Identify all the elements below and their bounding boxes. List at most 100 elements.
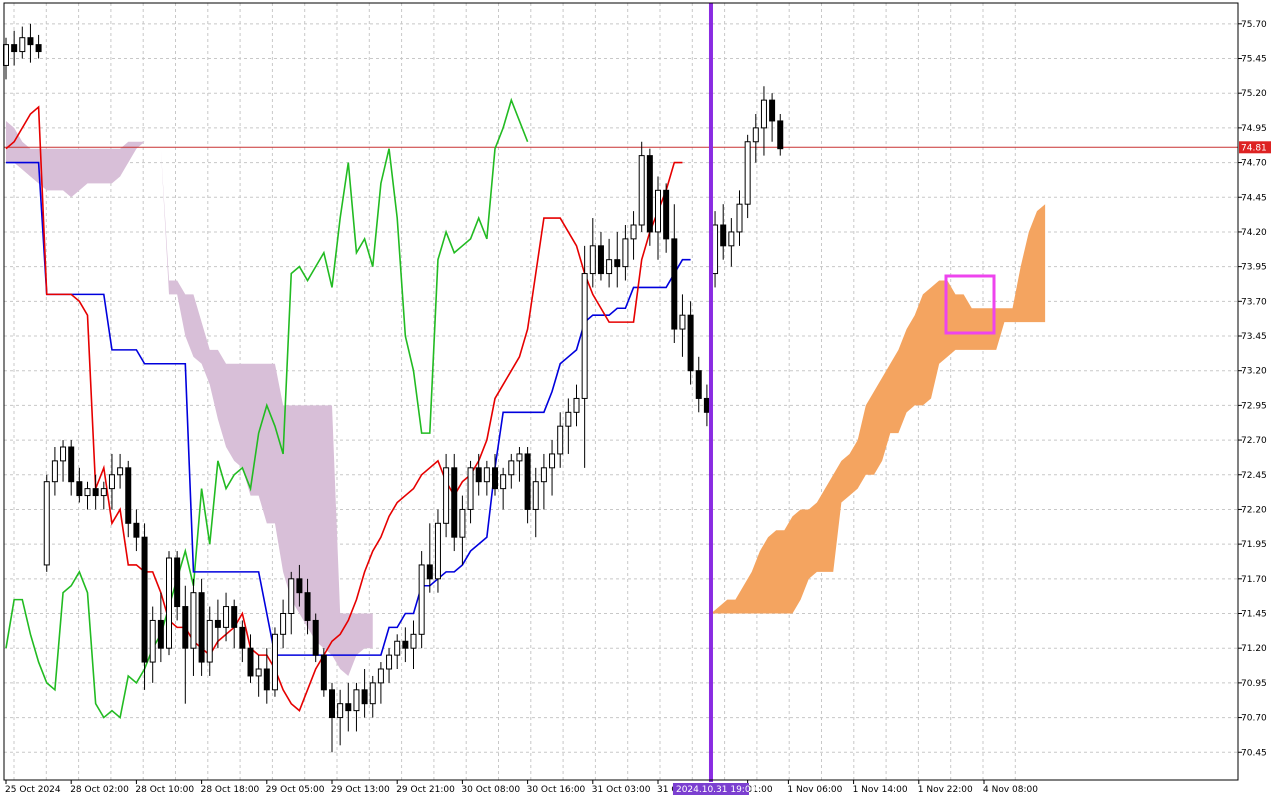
candle — [752, 114, 759, 163]
x-tick-label: 1 Nov 22:00 — [918, 785, 973, 795]
x-tick-label: 1 Nov 14:00 — [853, 785, 908, 795]
candle-body — [263, 668, 270, 691]
candle-body — [695, 370, 702, 399]
candle-body — [402, 640, 409, 649]
candle-body — [239, 626, 246, 649]
y-tick-label: 73.45 — [1241, 332, 1267, 342]
candle — [369, 675, 376, 718]
x-tick-label: 29 Oct 13:00 — [331, 785, 390, 795]
y-tick-label: 75.70 — [1241, 20, 1267, 30]
candle — [418, 551, 425, 649]
candle — [68, 440, 75, 496]
candle-body — [76, 481, 83, 497]
candle-body — [288, 578, 295, 614]
candle — [133, 509, 140, 552]
candle-body — [377, 668, 384, 684]
candle — [166, 551, 172, 656]
candle-body — [508, 460, 515, 476]
chart-frame — [3, 2, 1239, 781]
candle — [76, 467, 83, 503]
candle — [646, 148, 653, 246]
candle-body — [483, 467, 490, 483]
candle-body — [475, 467, 482, 483]
candle — [190, 578, 197, 676]
candle-body — [35, 44, 42, 53]
candle — [43, 474, 50, 572]
candle-body — [418, 564, 425, 635]
candle — [728, 218, 735, 267]
candle — [117, 453, 124, 489]
candle-body — [655, 189, 661, 233]
candle-body — [720, 224, 727, 247]
candle — [467, 460, 474, 524]
candle — [712, 211, 719, 288]
candle — [638, 141, 645, 232]
candle — [459, 495, 466, 565]
candle-body — [500, 474, 507, 490]
ichimoku-chart[interactable]: 75.70 75.45 75.20 74.95 74.70 74.45 74.20 73.95… — [0, 0, 1280, 800]
y-axis: 75.70 75.45 75.20 74.95 74.70 74.45 74.20 73.95… — [1238, 20, 1271, 758]
candle-body — [524, 453, 531, 510]
candle — [149, 606, 156, 683]
x-tick-label: 4 Nov 08:00 — [983, 785, 1038, 795]
candle-body — [728, 231, 735, 247]
y-tick-label: 70.45 — [1241, 748, 1267, 758]
candle — [516, 447, 523, 482]
x-tick-label: 28 Oct 18:00 — [201, 785, 260, 795]
candle-body — [117, 467, 124, 476]
candle-body — [467, 467, 474, 510]
candle-body — [19, 37, 26, 53]
candle-body — [166, 557, 172, 649]
candle-body — [597, 245, 604, 275]
candle-body — [777, 120, 784, 150]
candle — [532, 467, 539, 538]
candle — [622, 225, 629, 281]
candle — [443, 453, 450, 538]
candle — [263, 648, 270, 704]
candle — [386, 648, 393, 683]
candle-body — [760, 99, 767, 129]
kumo-cloud-future — [710, 204, 1046, 614]
x-tick-label: 29 Oct 05:00 — [266, 785, 325, 795]
candle-body — [565, 411, 572, 427]
y-tick-label: 74.45 — [1241, 193, 1267, 203]
x-tick-label: 25 Oct 2024 — [5, 785, 61, 795]
candle-body — [752, 127, 759, 143]
candle — [655, 176, 661, 260]
y-tick-label: 71.20 — [1241, 644, 1267, 654]
candle-body — [769, 99, 776, 122]
candle — [27, 23, 34, 63]
candle — [565, 398, 572, 454]
candle-body — [451, 467, 458, 538]
candle — [736, 190, 743, 246]
candle-body — [744, 141, 751, 205]
candle-body — [736, 203, 743, 233]
y-tick-label: 74.95 — [1241, 124, 1267, 134]
candle — [597, 231, 604, 281]
candle — [744, 134, 751, 219]
candle — [125, 460, 132, 538]
candle — [426, 523, 433, 593]
candle-body — [51, 460, 58, 483]
y-tick-label: 70.70 — [1241, 714, 1267, 724]
x-tick-label: 28 Oct 02:00 — [70, 785, 129, 795]
candle — [84, 481, 91, 510]
candle-body — [606, 259, 613, 275]
candle — [769, 93, 776, 142]
candle-body — [394, 640, 401, 656]
candle-body — [581, 273, 588, 399]
candle-body — [532, 481, 539, 510]
candle — [198, 578, 205, 676]
grid — [4, 3, 1238, 780]
candle-body — [540, 467, 547, 483]
candle-body — [312, 619, 319, 656]
candle — [703, 384, 710, 427]
candle-body — [280, 613, 287, 635]
y-tick-label: 70.95 — [1241, 679, 1267, 689]
candle-body — [549, 453, 556, 469]
candle-body — [206, 619, 213, 663]
candle — [377, 662, 384, 704]
candle — [573, 384, 580, 427]
candle-body — [304, 592, 311, 621]
candle — [345, 682, 352, 732]
